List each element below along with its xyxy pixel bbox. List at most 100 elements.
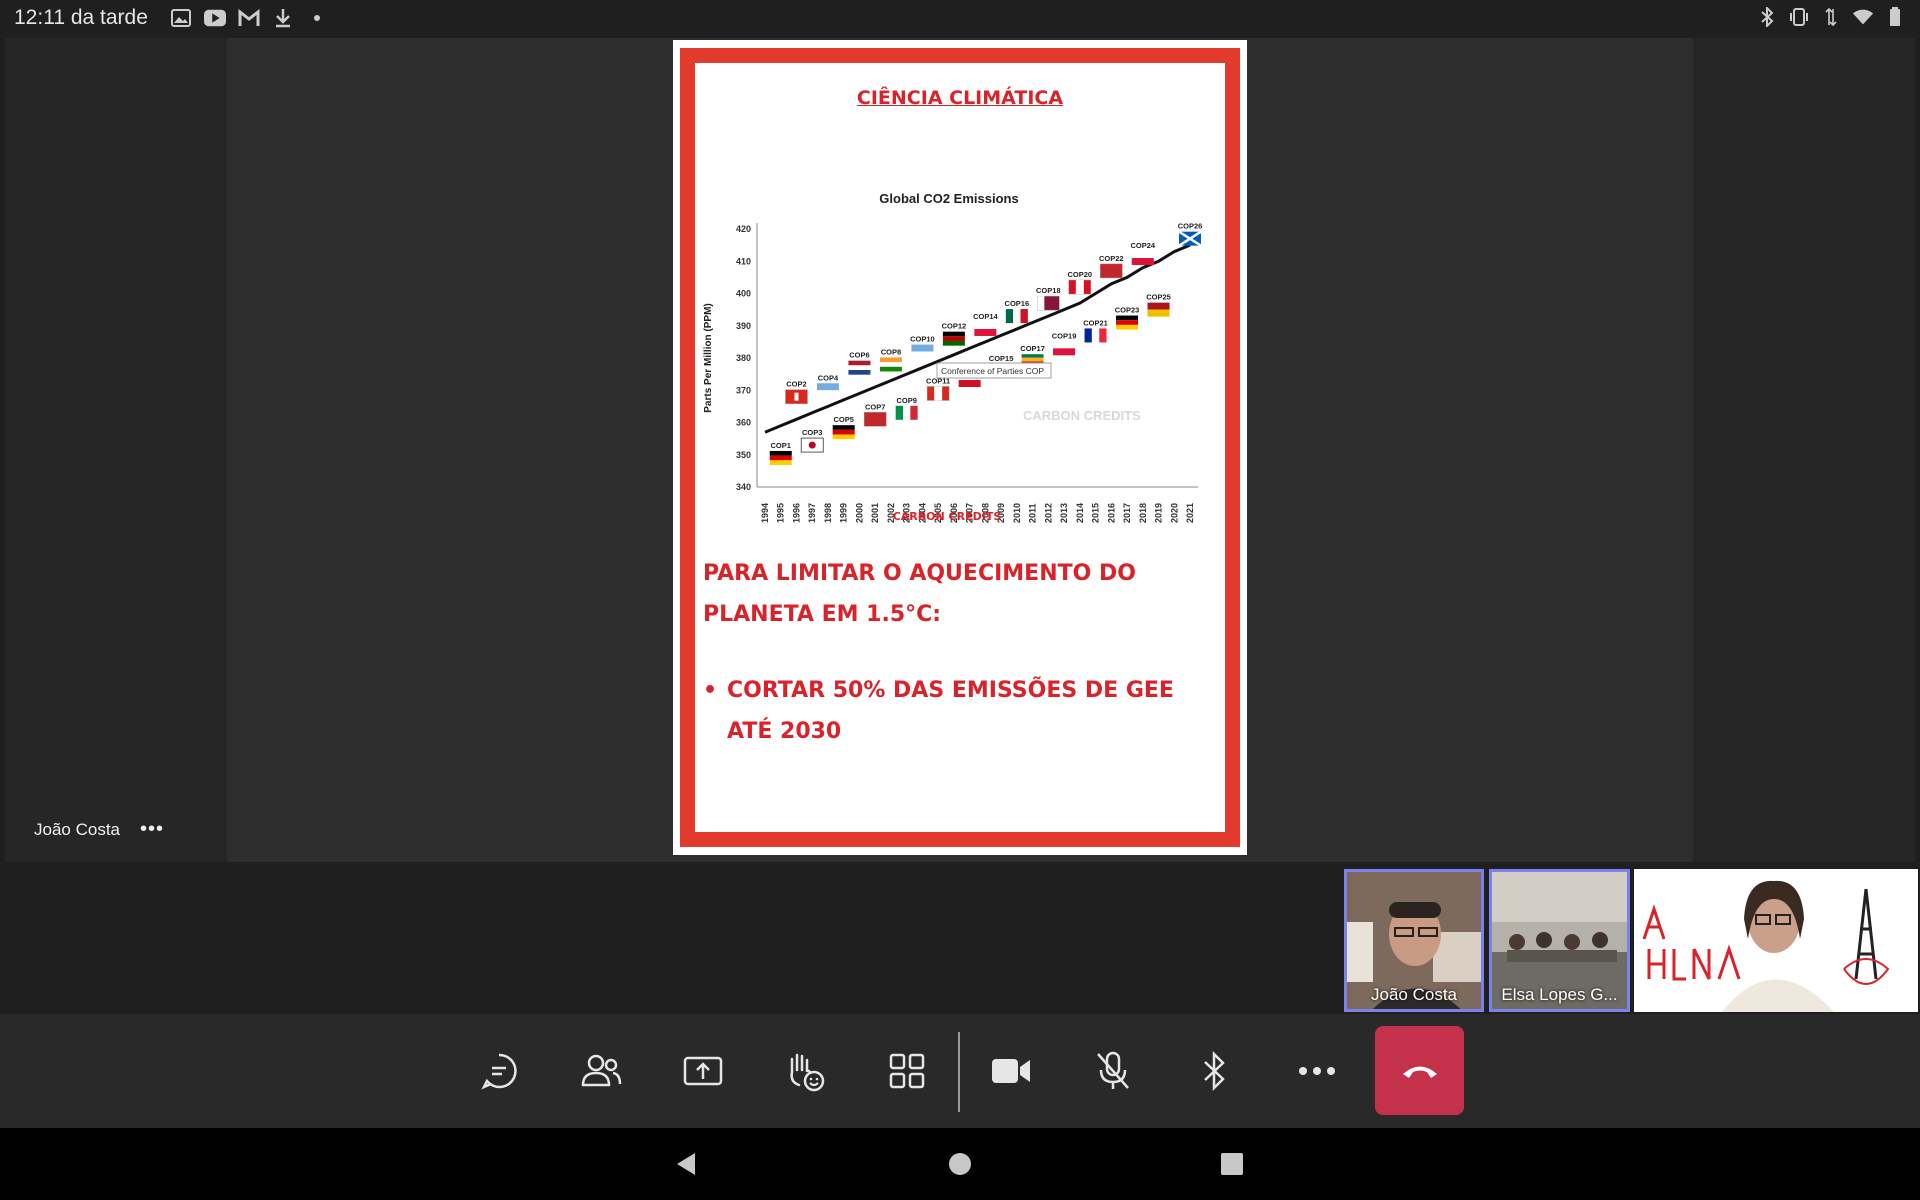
chart-source: CARBON CREDITS [893,510,1002,523]
cop21-flag-stripe [1099,328,1107,343]
participant-tile-joao[interactable]: João Costa [1344,869,1484,1012]
home-button[interactable] [944,1148,976,1180]
camera-icon [992,1059,1030,1083]
reactions-button[interactable] [774,1036,836,1106]
cop12-flag-stripe [942,331,965,337]
cop-label: COP9 [896,396,916,405]
x-tick-label: 1994 [760,503,770,523]
y-tick-label: 410 [736,256,751,266]
cop-label: COP16 [1005,299,1030,308]
more-icon [1299,1067,1335,1075]
cop12-flag-stripe [942,336,965,341]
share-screen-icon [683,1056,723,1086]
x-tick-label: 1997 [807,503,817,523]
cop-label: COP4 [818,373,839,382]
cop17-flag-stripe [1021,357,1044,362]
x-tick-label: 1995 [776,503,786,523]
cop14-flag-stripe [974,321,997,329]
cop1-flag-stripe [769,450,792,456]
x-tick-label: 2019 [1154,503,1164,523]
x-tick-label: 2015 [1091,503,1101,523]
share-screen-button[interactable] [672,1036,734,1106]
chat-button[interactable] [468,1036,530,1106]
cop16-flag-stripe [1013,309,1021,324]
cop23-flag-stripe [1116,320,1139,325]
status-time: 12:11 da tarde [14,6,148,29]
cop20-flag-band [1075,280,1084,295]
raise-hand-icon [790,1053,825,1092]
x-tick-label: 1999 [839,503,849,523]
slide-bullet-text: CORTAR 50% DAS EMISSÕES DE GEE ATÉ 2030 [727,678,1174,744]
participant-tile-self[interactable] [1634,869,1918,1012]
cop18-flag-band [1037,296,1045,311]
cop-label: COP23 [1115,306,1140,315]
cop25-flag-stripe [1147,309,1170,317]
cop9-flag-stripe [910,405,918,420]
y-tick-label: 340 [736,482,751,492]
gmail-icon [238,7,260,29]
slide-bullet: • CORTAR 50% DAS EMISSÕES DE GEE ATÉ 203… [703,670,1197,752]
x-tick-label: 2021 [1185,503,1195,523]
cop-label: COP7 [865,402,885,411]
participant-tile-elsa[interactable]: Elsa Lopes G... [1489,869,1630,1012]
cop24-flag-stripe [1131,258,1154,266]
x-tick-label: 2018 [1138,503,1148,523]
cop2-flag-cross [794,392,799,401]
vibrate-icon [1788,6,1810,28]
participant-name: Elsa Lopes G... [1501,985,1618,1004]
mic-button[interactable] [1082,1036,1144,1106]
recents-icon [1221,1153,1243,1175]
cop8-flag-stripe [879,366,902,372]
hang-up-button[interactable] [1375,1026,1464,1115]
participant-name: João Costa [1371,985,1457,1004]
cop7-flag [863,412,887,427]
more-button[interactable] [1286,1036,1348,1106]
co2-series-line [764,243,1191,434]
camera-button[interactable] [980,1036,1042,1106]
cop9-flag-stripe [903,405,911,420]
x-tick-label: 2017 [1122,503,1132,523]
x-tick-label: 2000 [854,503,864,523]
hang-up-icon [1402,1066,1437,1078]
cop-label: COP10 [910,335,935,344]
meeting-toolbar [0,1014,1920,1128]
cop-label: COP2 [786,380,806,389]
cop3-flag-disc [808,441,816,449]
view-button[interactable] [876,1036,938,1106]
cop-label: COP26 [1178,222,1203,231]
recents-button[interactable] [1216,1148,1248,1180]
people-button[interactable] [570,1036,632,1106]
cop14-flag-stripe [974,328,997,336]
cop-label: COP14 [973,312,998,321]
cop13-flag-stripe [958,380,981,388]
cop8-flag-stripe [879,357,902,363]
cop25-flag-stripe [1147,302,1170,310]
cop17-flag-stripe [1021,354,1044,358]
back-button[interactable] [670,1148,702,1180]
cop-label: COP24 [1130,241,1155,250]
y-tick-label: 350 [736,450,751,460]
data-arrows-icon [1820,6,1842,28]
mic-off-icon [1097,1051,1129,1089]
y-tick-label: 400 [736,289,751,299]
cop8-flag-stripe [879,362,902,367]
bluetooth-status-icon [1756,6,1778,28]
presenter-more-button[interactable]: ••• [140,818,164,841]
cop-label: COP18 [1036,286,1061,295]
x-tick-label: 2014 [1075,503,1085,523]
back-icon [677,1153,695,1175]
cop23-flag-stripe [1116,324,1139,330]
y-tick-label: 420 [736,224,751,234]
y-tick-label: 390 [736,321,751,331]
bluetooth-audio-button[interactable] [1184,1036,1246,1106]
cop10-flag-stripe [911,351,934,359]
x-tick-label: 2011 [1028,503,1038,523]
cop24-flag-stripe [1131,251,1154,259]
cop19-flag-stripe [1053,348,1076,356]
notification-icons [170,7,328,29]
cop23-flag-stripe [1116,315,1139,321]
x-tick-label: 1996 [791,503,801,523]
cop-label: COP17 [1020,344,1045,353]
system-icons [1756,6,1906,28]
cop4-flag-stripe [816,383,839,391]
